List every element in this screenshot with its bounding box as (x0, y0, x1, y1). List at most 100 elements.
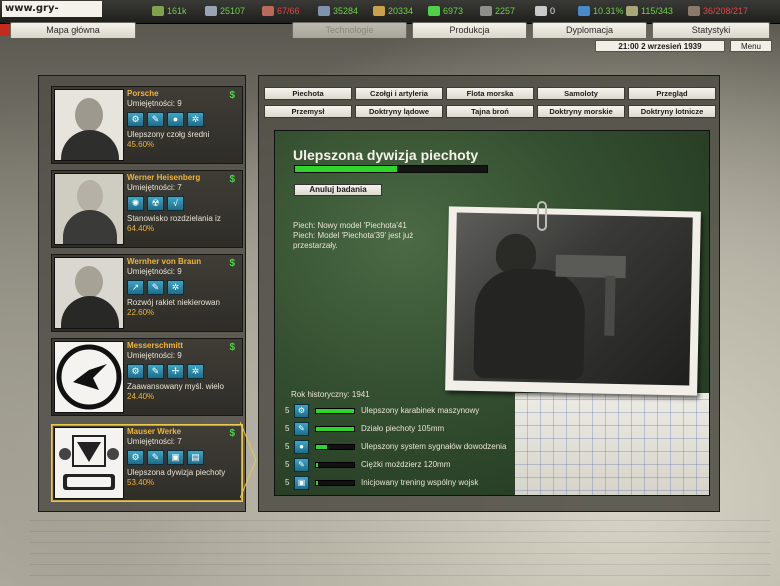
category-aircraft[interactable]: Samoloty (537, 87, 625, 100)
scientist-skill: Umiejętności: 7 (127, 437, 182, 446)
reserves-icon (688, 6, 700, 16)
resource-value: 0 (550, 6, 556, 16)
resource-bar: www.gry-online.pl 161k 25107 67/66 35284 203… (0, 0, 780, 30)
tab-technologies[interactable]: Technologie (292, 22, 407, 38)
queue-item[interactable]: 5 ● Ulepszony system sygnałów dowodzenia (285, 440, 545, 454)
scientist-card-mauser[interactable]: Mauser Werke Umiejętności: 7 $ ⚙ ✎ ▣ ▤ U… (51, 424, 243, 502)
scientist-project: Zaawansowany myśl. wielo (127, 382, 224, 391)
queue-progress (315, 480, 355, 486)
transport-icon (535, 6, 547, 16)
queue-label: Ulepszony karabinek maszynowy (361, 406, 480, 415)
resource-value: 36/208/217 (703, 6, 749, 16)
money-icon: $ (229, 90, 235, 101)
money-icon: $ (229, 428, 235, 439)
queue-count: 5 (285, 478, 290, 487)
gear-icon: ⚙ (127, 450, 144, 465)
escort-icon (578, 6, 590, 16)
category-navy[interactable]: Flota morska (446, 87, 534, 100)
main-tabs: Mapa główna Technologie Produkcja Dyplom… (0, 22, 780, 38)
resource-industry: 25107 (205, 6, 245, 16)
category-land-doctrines[interactable]: Doktryny lądowe (355, 105, 443, 118)
paperclip-icon (537, 201, 547, 231)
gears-icon: ✲ (187, 112, 204, 127)
propeller-icon: ✢ (167, 364, 184, 379)
atom-icon: ✺ (127, 196, 144, 211)
wrench-icon: ✎ (294, 458, 309, 472)
category-naval-doctrines[interactable]: Doktryny morskie (537, 105, 625, 118)
scientists-panel: Porsche Umiejętności: 9 $ ⚙ ✎ ● ✲ Ulepsz… (38, 75, 246, 512)
category-tanks-artillery[interactable]: Czołgi i artyleria (355, 87, 443, 100)
category-overview[interactable]: Przegląd (628, 87, 716, 100)
scientist-skill: Umiejętności: 9 (127, 99, 182, 108)
resource-rare-materials: 20334 (373, 6, 413, 16)
gears-icon: ✲ (187, 364, 204, 379)
resource-value: 67/66 (277, 6, 300, 16)
resource-metal: 35284 (318, 6, 358, 16)
resource-manpower: 161k (152, 6, 187, 16)
gear-icon: ⚙ (127, 112, 144, 127)
gear-icon: ⚙ (127, 364, 144, 379)
energy-icon (262, 6, 274, 16)
tab-statistics[interactable]: Statystyki (652, 22, 770, 38)
research-photo (445, 206, 701, 396)
category-infantry[interactable]: Piechota (264, 87, 352, 100)
scientist-card-heisenberg[interactable]: Werner Heisenberg Umiejętności: 7 $ ✺ ☢ … (51, 170, 243, 248)
resource-oil: 2257 (480, 6, 515, 16)
resource-value: 2257 (495, 6, 516, 16)
resource-transport: 0 (535, 6, 555, 16)
research-title: Ulepszona dywizja piechoty (293, 147, 479, 163)
scientist-percent: 53.40% (127, 478, 155, 487)
queue-count: 5 (285, 424, 290, 433)
scientist-skill: Umiejętności: 9 (127, 267, 182, 276)
resource-value: 25107 (220, 6, 246, 16)
resource-money: 6973 (428, 6, 463, 16)
queue-item[interactable]: 5 ▣ Inicjowany trening wspólny wojsk (285, 476, 545, 490)
industry-icon (205, 6, 217, 16)
game-date: 21:00 2 wrzesień 1939 (595, 40, 725, 52)
queue-item[interactable]: 5 ✎ Ciężki moździerz 120mm (285, 458, 545, 472)
tab-production[interactable]: Produkcja (412, 22, 527, 38)
wrench-icon: ✎ (147, 112, 164, 127)
resource-escort: 10.31% (578, 6, 624, 16)
category-industry[interactable]: Przemysł (264, 105, 352, 118)
scientist-name: Messerschmitt (127, 341, 184, 350)
resource-value: 10.31% (593, 6, 624, 16)
effect-line: Piech: Model 'Piechota'39' jest już prze… (293, 231, 414, 250)
queue-progress (315, 444, 355, 450)
scientist-skill: Umiejętności: 9 (127, 351, 182, 360)
queue-progress (315, 462, 355, 468)
resource-supplies: 115/343 (626, 6, 673, 16)
scientist-card-porsche[interactable]: Porsche Umiejętności: 9 $ ⚙ ✎ ● ✲ Ulepsz… (51, 86, 243, 164)
category-air-doctrines[interactable]: Doktryny lotnicze (628, 105, 716, 118)
scientist-project: Stanowisko rozdzielania iz (127, 214, 221, 223)
scientist-name: Porsche (127, 89, 159, 98)
wrench-icon: ✎ (147, 364, 164, 379)
scientist-card-messerschmitt[interactable]: Messerschmitt Umiejętności: 9 $ ⚙ ✎ ✢ ✲ … (51, 338, 243, 416)
research-detail: Ulepszona dywizja piechoty Anuluj badani… (274, 130, 710, 496)
money-icon: $ (229, 258, 235, 269)
resource-value: 115/343 (641, 6, 673, 16)
scientist-name: Wernher von Braun (127, 257, 202, 266)
resource-value: 6973 (443, 6, 464, 16)
category-secret-weapons[interactable]: Tajna broń (446, 105, 534, 118)
money-icon: $ (229, 342, 235, 353)
queue-count: 5 (285, 460, 290, 469)
scientist-percent: 45.60% (127, 140, 155, 149)
scientist-card-von-braun[interactable]: Wernher von Braun Umiejętności: 9 $ ↗ ✎ … (51, 254, 243, 332)
effect-line: Piech: Nowy model 'Piechota'41 (293, 221, 407, 230)
menu-button[interactable]: Menu (730, 40, 772, 52)
queue-item[interactable]: 5 ⚙ Ulepszony karabinek maszynowy (285, 404, 545, 418)
book-icon: ▣ (294, 476, 309, 490)
queue-progress (315, 408, 355, 414)
cancel-research-button[interactable]: Anuluj badania (294, 184, 382, 196)
queue-item[interactable]: 5 ✎ Działo piechoty 105mm (285, 422, 545, 436)
research-progress-fill (295, 166, 397, 172)
historical-year: Rok historyczny: 1941 (291, 390, 370, 399)
tab-main-map[interactable]: Mapa główna (10, 22, 136, 38)
scientist-skill: Umiejętności: 7 (127, 183, 182, 192)
scientist-portrait (54, 257, 124, 329)
book-icon: ▣ (167, 450, 184, 465)
resource-energy: 67/66 (262, 6, 300, 16)
tab-diplomacy[interactable]: Dyplomacja (532, 22, 647, 38)
queue-label: Ulepszony system sygnałów dowodzenia (361, 442, 507, 451)
